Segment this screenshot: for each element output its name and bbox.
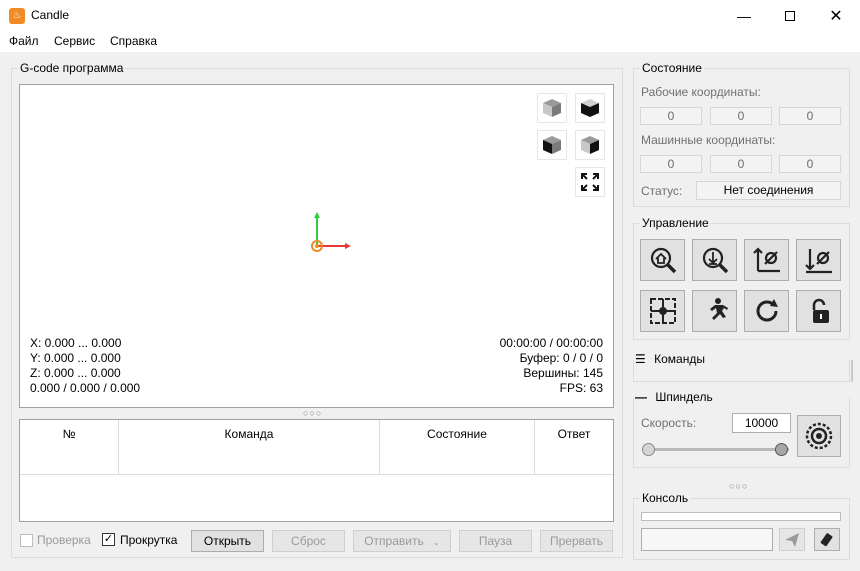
fps-info: FPS: 63 <box>559 381 603 395</box>
safe-position-button[interactable] <box>692 290 737 332</box>
close-button[interactable]: ✕ <box>813 0 859 31</box>
spindle-toggle-button[interactable] <box>797 415 841 457</box>
commands-group <box>633 360 850 382</box>
view-left-button[interactable] <box>575 130 605 160</box>
status-label: Статус: <box>641 184 683 198</box>
probe-z-button[interactable] <box>692 239 737 281</box>
unlock-icon <box>812 298 829 323</box>
state-group-title: Состояние <box>640 61 704 75</box>
checkmark-icon: ✓ <box>103 533 114 545</box>
window-title: Candle <box>31 8 70 22</box>
cube-iso-icon <box>543 99 561 117</box>
control-group-title: Управление <box>640 216 711 230</box>
reset-button-control[interactable] <box>744 290 789 332</box>
reset-button[interactable]: Сброс <box>272 530 345 552</box>
machine-z-field: 0 <box>779 155 841 173</box>
bounds-size: 0.000 / 0.000 / 0.000 <box>30 381 141 395</box>
title-bar: ♨ Candle — ✕ <box>0 0 860 31</box>
machine-x-field: 0 <box>640 155 702 173</box>
spindle-icon <box>805 422 833 450</box>
console-group-title: Консоль <box>640 491 691 505</box>
console-command-input[interactable] <box>641 528 773 551</box>
work-z-field: 0 <box>779 107 841 125</box>
menu-help[interactable]: Справка <box>110 34 157 48</box>
dropdown-arrow-icon: ⌄ <box>433 538 440 547</box>
minimize-icon: — <box>737 7 751 24</box>
send-button[interactable]: Отправить ⌄ <box>353 530 451 552</box>
autoscroll-label: Прокрутка <box>120 533 178 547</box>
minimize-button[interactable]: — <box>721 0 767 31</box>
gcode-viewport[interactable]: X: 0.000 ... 0.000 Y: 0.000 ... 0.000 Z:… <box>19 84 614 408</box>
send-icon <box>785 532 799 547</box>
zero-xy-icon <box>752 247 780 273</box>
view-iso-button[interactable] <box>537 93 567 123</box>
autoscroll-checkbox[interactable]: ✓ <box>102 533 115 546</box>
bounds-y: Y: 0.000 ... 0.000 <box>30 351 121 365</box>
bounds-info: X: 0.000 ... 0.000 Y: 0.000 ... 0.000 Z:… <box>30 336 140 396</box>
column-state[interactable]: Состояние <box>380 420 535 475</box>
zero-z-button[interactable] <box>796 239 841 281</box>
speed-slider-min-handle[interactable] <box>642 443 655 456</box>
menu-service[interactable]: Сервис <box>54 34 95 48</box>
cube-top-icon <box>581 99 599 117</box>
cube-left-icon <box>581 136 599 154</box>
zero-z-icon <box>804 249 832 274</box>
view-top-button[interactable] <box>575 93 605 123</box>
running-man-icon <box>709 298 728 320</box>
render-info: 00:00:00 / 00:00:00 Буфер: 0 / 0 / 0 Вер… <box>500 336 603 396</box>
zero-xy-button[interactable] <box>744 239 789 281</box>
abort-button[interactable]: Прервать <box>540 530 613 552</box>
unlock-button[interactable] <box>796 290 841 332</box>
machine-coords-label: Машинные координаты: <box>641 133 776 147</box>
pause-button[interactable]: Пауза <box>459 530 532 552</box>
maximize-button[interactable] <box>767 0 813 31</box>
axis-origin-icon <box>311 212 351 252</box>
work-coords-label: Рабочие координаты: <box>641 85 761 99</box>
buffer-info: Буфер: 0 / 0 / 0 <box>519 351 603 365</box>
refresh-icon <box>756 299 778 322</box>
open-button[interactable]: Открыть <box>191 530 264 552</box>
restore-origin-button[interactable] <box>640 290 685 332</box>
home-search-icon <box>650 247 676 274</box>
target-icon <box>649 298 676 324</box>
right-splitter-handle[interactable]: ○○○ <box>729 481 748 491</box>
console-send-button[interactable] <box>779 528 805 551</box>
app-icon: ♨ <box>9 8 25 24</box>
send-label: Отправить <box>364 534 424 548</box>
speed-label: Скорость: <box>641 416 697 430</box>
machine-y-field: 0 <box>710 155 772 173</box>
speed-slider-handle[interactable] <box>775 443 788 456</box>
menu-file[interactable]: Файл <box>9 34 39 48</box>
check-mode-label: Проверка <box>37 533 91 547</box>
eraser-icon <box>820 532 833 546</box>
console-output[interactable] <box>641 512 841 521</box>
maximize-icon <box>785 10 795 21</box>
program-table[interactable]: № Команда Состояние Ответ <box>19 419 614 522</box>
time-info: 00:00:00 / 00:00:00 <box>499 336 603 350</box>
speed-slider-track[interactable] <box>647 448 789 451</box>
column-number[interactable]: № <box>20 420 119 475</box>
work-y-field: 0 <box>710 107 772 125</box>
check-mode-checkbox[interactable] <box>20 534 33 547</box>
close-icon: ✕ <box>829 7 843 25</box>
cube-front-icon <box>543 136 561 154</box>
work-x-field: 0 <box>640 107 702 125</box>
column-command[interactable]: Команда <box>119 420 380 475</box>
menu-bar: Файл Сервис Справка <box>0 31 860 52</box>
bounds-x: X: 0.000 ... 0.000 <box>30 336 122 350</box>
column-response[interactable]: Ответ <box>535 420 613 475</box>
bounds-z: Z: 0.000 ... 0.000 <box>30 366 121 380</box>
fullscreen-icon <box>581 173 599 191</box>
console-clear-button[interactable] <box>814 528 840 551</box>
splitter-handle[interactable]: ○○○ <box>303 408 322 418</box>
gcode-group-title: G-code программа <box>18 61 126 75</box>
commands-scrollbar[interactable] <box>851 360 853 382</box>
view-front-button[interactable] <box>537 130 567 160</box>
vertices-info: Вершины: 145 <box>523 366 603 380</box>
status-value: Нет соединения <box>696 181 841 200</box>
speed-input[interactable]: 10000 <box>732 413 791 433</box>
probe-search-icon <box>702 247 728 274</box>
fit-view-button[interactable] <box>575 167 605 197</box>
home-button[interactable] <box>640 239 685 281</box>
